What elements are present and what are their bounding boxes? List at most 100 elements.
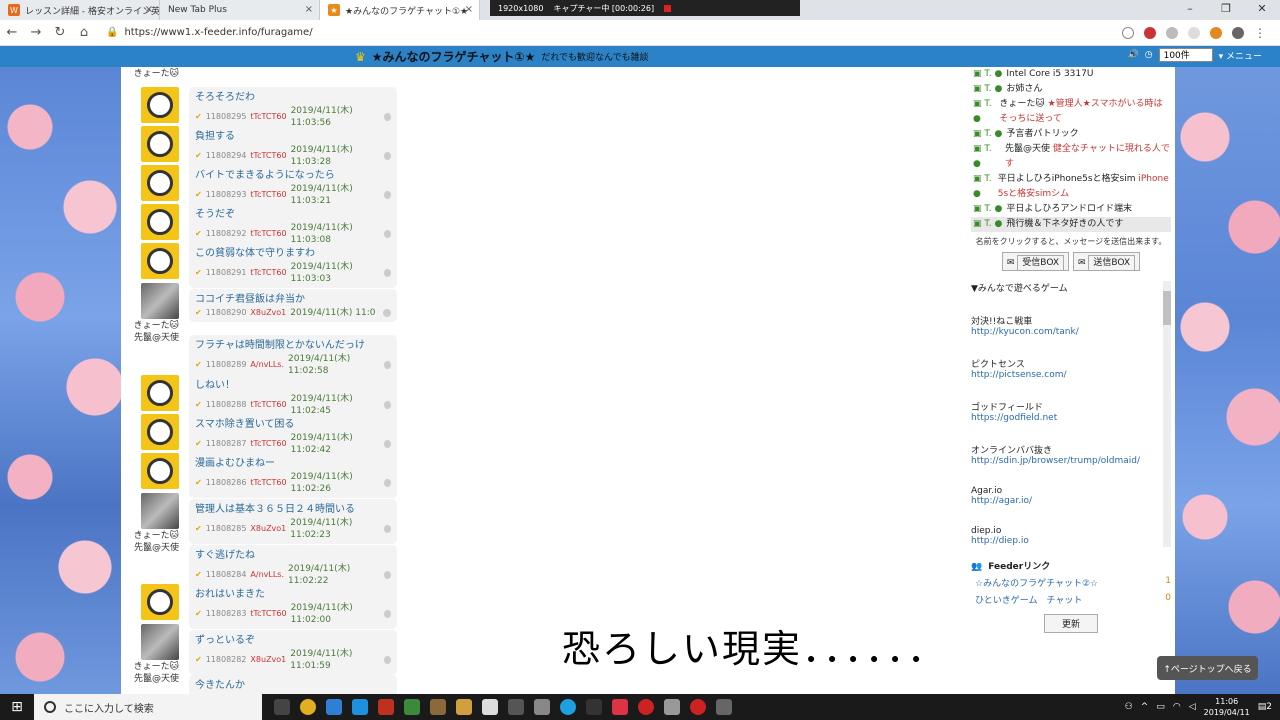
- ie-icon[interactable]: [352, 699, 368, 715]
- user-id[interactable]: tTcTCT60: [250, 228, 286, 240]
- user-avatar[interactable]: [141, 624, 179, 660]
- wifi-icon[interactable]: ◠: [1173, 702, 1181, 712]
- scrollbar-thumb[interactable]: [1163, 291, 1171, 325]
- feeder-item[interactable]: ☆みんなのフラゲチャット②☆ 1: [971, 576, 1171, 589]
- game-link[interactable]: https://godfield.net: [971, 413, 1163, 423]
- app-icon[interactable]: [508, 699, 524, 715]
- minimize-icon[interactable]: –: [1172, 0, 1208, 20]
- extension-icon[interactable]: [1144, 26, 1156, 39]
- forward-icon[interactable]: →: [24, 25, 48, 40]
- reply-icon[interactable]: [384, 440, 391, 448]
- reply-icon[interactable]: [383, 309, 391, 317]
- game-link[interactable]: http://kyucon.com/tank/: [971, 327, 1163, 337]
- reply-icon[interactable]: [384, 571, 391, 579]
- game-link[interactable]: http://pictsense.com/: [971, 370, 1163, 380]
- extension-icon[interactable]: [1188, 26, 1200, 39]
- user-id[interactable]: X8uZvo1: [250, 654, 286, 666]
- user-id[interactable]: X8uZvo1: [250, 307, 286, 319]
- tab-new-tab-plus[interactable]: New Tab Plus ×: [160, 0, 320, 20]
- sound-icon[interactable]: 🔊: [1128, 50, 1139, 60]
- bookmark-star-icon[interactable]: [1122, 26, 1134, 39]
- outbox-button[interactable]: ✉ 送信BOX: [1073, 252, 1141, 271]
- reply-icon[interactable]: [384, 401, 391, 409]
- user-avatar[interactable]: [141, 283, 179, 319]
- user-id[interactable]: tTcTCT60: [250, 477, 286, 489]
- close-icon[interactable]: ×: [145, 4, 153, 15]
- people-icon[interactable]: ⚇: [1125, 702, 1133, 712]
- windows-start-icon[interactable]: ⊞: [0, 699, 34, 715]
- store-icon[interactable]: [482, 699, 498, 715]
- app-icon[interactable]: [716, 699, 732, 715]
- user-name[interactable]: きょーた🐱: [131, 662, 179, 673]
- app-icon[interactable]: [378, 699, 394, 715]
- user-name[interactable]: 先鬣@天使: [131, 674, 179, 685]
- record-icon[interactable]: [638, 699, 654, 715]
- game-link[interactable]: http://agar.io/: [971, 496, 1163, 506]
- app-icon[interactable]: [430, 699, 446, 715]
- user-id[interactable]: tTcTCT60: [250, 111, 286, 123]
- reply-icon[interactable]: [384, 113, 391, 121]
- url-field[interactable]: 🔒 https://www1.x-feeder.info/furagame/: [106, 27, 1122, 38]
- taskbar-search[interactable]: ここに入力して検索: [34, 694, 262, 720]
- user-avatar[interactable]: [141, 493, 179, 529]
- menu-link[interactable]: ▾ メニュー: [1219, 49, 1262, 62]
- user-avatar[interactable]: [141, 453, 179, 489]
- user-name[interactable]: 先鬣@天使: [131, 543, 179, 554]
- user-avatar[interactable]: [141, 414, 179, 450]
- app-icon[interactable]: [664, 699, 680, 715]
- task-view-icon[interactable]: [274, 699, 290, 715]
- feeder-item[interactable]: ひといきゲーム チャット 0: [971, 593, 1171, 606]
- clock-icon[interactable]: ◷: [1145, 50, 1153, 60]
- user-avatar[interactable]: [141, 375, 179, 411]
- reply-icon[interactable]: [384, 525, 391, 533]
- skype-icon[interactable]: [560, 699, 576, 715]
- chevron-up-icon[interactable]: ^: [1141, 702, 1149, 712]
- user-list-item[interactable]: ▣ T. ● Intel Core i5 3317U: [971, 67, 1171, 82]
- game-link[interactable]: http://sdin.jp/browser/trump/oldmaid/: [971, 456, 1163, 466]
- restore-icon[interactable]: ❐: [1208, 0, 1244, 20]
- user-id[interactable]: tTcTCT60: [250, 399, 286, 411]
- user-list-item[interactable]: ▣ T. ● 平日よしひろiPhone5sと格安sim iPhone 5sと格安s…: [971, 172, 1171, 202]
- user-id[interactable]: tTcTCT60: [250, 608, 286, 620]
- user-id[interactable]: tTcTCT60: [250, 267, 286, 279]
- inbox-button[interactable]: ✉ 受信BOX: [1001, 252, 1069, 271]
- game-link[interactable]: http://diep.io: [971, 536, 1163, 546]
- reply-icon[interactable]: [384, 152, 391, 160]
- user-name[interactable]: きょーた🐱: [131, 531, 179, 542]
- user-id[interactable]: A/nvLLs.: [250, 359, 284, 371]
- close-window-icon[interactable]: ✕: [1244, 0, 1280, 20]
- user-list-item[interactable]: ▣ T. ● 飛行機＆下ネタ好きの人です: [971, 217, 1171, 232]
- user-list-item[interactable]: ▣ T. ● 先鬣@天使 健全なチャットに現れる人です: [971, 142, 1171, 172]
- games-panel[interactable]: ▼みんなで遊べるゲーム 対決!!ねこ戦車 http://kyucon.com/ta…: [971, 281, 1171, 547]
- user-id[interactable]: tTcTCT60: [250, 438, 286, 450]
- extension-icon[interactable]: [1166, 26, 1178, 39]
- reload-icon[interactable]: ↻: [48, 25, 72, 40]
- profile-avatar[interactable]: [1232, 26, 1244, 39]
- notification-icon[interactable]: ▤2: [1258, 702, 1272, 712]
- back-to-top-button[interactable]: ↑ページトップへ戻る: [1157, 656, 1258, 680]
- user-list-item[interactable]: ▣ T. ● 予言者パトリック: [971, 127, 1171, 142]
- user-id[interactable]: tTcTCT60: [250, 150, 286, 162]
- system-clock[interactable]: 11:06 2019/04/11: [1204, 696, 1250, 718]
- record-icon[interactable]: [690, 699, 706, 715]
- user-avatar[interactable]: [141, 204, 179, 240]
- user-name[interactable]: きょーた🐱: [131, 321, 179, 332]
- tab-lesson[interactable]: W レッスン詳細 - 格安オンライン英会話 ×: [0, 0, 160, 20]
- user-id[interactable]: tTcTCT60: [250, 189, 286, 201]
- user-name[interactable]: 先鬣@天使: [131, 333, 179, 344]
- user-avatar[interactable]: [141, 243, 179, 279]
- user-avatar[interactable]: [141, 87, 179, 123]
- reply-icon[interactable]: [384, 269, 391, 277]
- home-icon[interactable]: ⌂: [72, 25, 96, 40]
- user-avatar[interactable]: [141, 126, 179, 162]
- tab-flag-chat[interactable]: ★ ★みんなのフラゲチャット①★ ×: [320, 0, 480, 20]
- reply-icon[interactable]: [384, 230, 391, 238]
- reply-icon[interactable]: [384, 361, 391, 369]
- user-id[interactable]: A/nvLLs.: [250, 569, 284, 581]
- refresh-button[interactable]: 更新: [1044, 614, 1098, 633]
- reply-icon[interactable]: [384, 479, 391, 487]
- user-avatar[interactable]: [141, 584, 179, 620]
- stop-record-icon[interactable]: [664, 4, 672, 12]
- user-id[interactable]: X8uZvo1: [250, 523, 286, 535]
- per-page-select[interactable]: 100件: [1158, 48, 1213, 62]
